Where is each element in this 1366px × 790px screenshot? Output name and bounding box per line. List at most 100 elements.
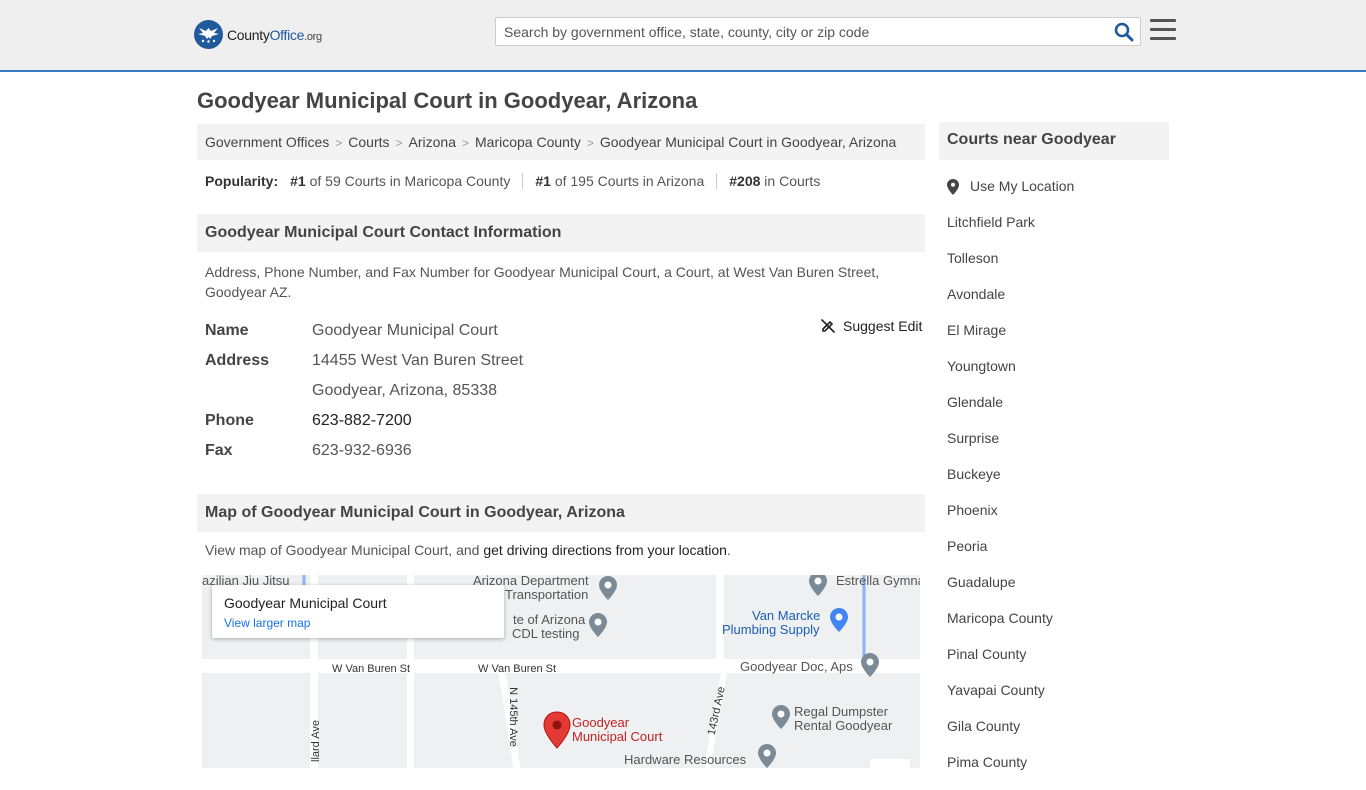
regal-dumpster-pin-icon[interactable] bbox=[771, 704, 791, 730]
list-item: Phoenix bbox=[947, 502, 1074, 538]
contact-heading: Goodyear Municipal Court Contact Informa… bbox=[197, 214, 925, 252]
list-item: Avondale bbox=[947, 286, 1074, 322]
breadcrumb-separator-icon: > bbox=[335, 136, 343, 150]
map-label-n145: N 145th Ave bbox=[506, 687, 519, 747]
nearby-court-link[interactable]: Youngtown bbox=[947, 358, 1016, 374]
breadcrumb-government-offices[interactable]: Government Offices bbox=[205, 134, 329, 150]
popularity-bar: Popularity: #1 of 59 Courts in Maricopa … bbox=[205, 173, 832, 189]
eagle-seal-icon bbox=[194, 20, 223, 49]
edit-off-icon bbox=[820, 318, 836, 334]
site-header: CountyOffice.org bbox=[0, 0, 1366, 72]
cdl-testing-pin-icon[interactable] bbox=[588, 612, 608, 638]
use-my-location-link[interactable]: Use My Location bbox=[970, 178, 1074, 194]
phone-link[interactable]: 623-882-7200 bbox=[312, 412, 412, 429]
fax-row: Fax 623-932-6936 bbox=[205, 442, 412, 459]
list-item: Buckeye bbox=[947, 466, 1074, 502]
map-label-hardware: Hardware Resources bbox=[624, 752, 747, 767]
map-label-state-az: te of Arizona bbox=[513, 612, 586, 627]
map-label-goodyear-doc: Goodyear Doc, Aps bbox=[740, 659, 853, 674]
nearby-court-link[interactable]: Glendale bbox=[947, 394, 1003, 410]
map-label-court: Goodyear bbox=[572, 715, 630, 730]
breadcrumb-separator-icon: > bbox=[586, 136, 594, 150]
list-item: Peoria bbox=[947, 538, 1074, 574]
goodyear-doc-pin-icon[interactable] bbox=[860, 652, 880, 678]
map-info-card: Goodyear Municipal Court View larger map bbox=[212, 585, 504, 638]
hardware-resources-pin-icon[interactable] bbox=[757, 743, 777, 768]
nearby-court-link[interactable]: Buckeye bbox=[947, 466, 1001, 482]
map-label-regal-2: Rental Goodyear bbox=[794, 718, 893, 733]
list-item: Tolleson bbox=[947, 250, 1074, 286]
address-line1: 14455 West Van Buren Street bbox=[312, 352, 524, 369]
breadcrumb-separator-icon: > bbox=[461, 136, 469, 150]
az-dept-pin-icon[interactable] bbox=[598, 575, 618, 601]
list-item: Maricopa County bbox=[947, 610, 1074, 646]
search-box bbox=[495, 17, 1141, 46]
map-description: View map of Goodyear Municipal Court, an… bbox=[205, 542, 731, 558]
contact-description: Address, Phone Number, and Fax Number fo… bbox=[205, 264, 880, 300]
driving-directions-link[interactable]: get driving directions from your locatio… bbox=[483, 542, 727, 558]
nearby-court-link[interactable]: Maricopa County bbox=[947, 610, 1053, 626]
court-location-pin-icon[interactable] bbox=[543, 711, 571, 749]
list-item: Gila County bbox=[947, 718, 1074, 754]
location-pin-icon bbox=[947, 179, 959, 195]
breadcrumb-arizona[interactable]: Arizona bbox=[409, 134, 456, 150]
list-item: Guadalupe bbox=[947, 574, 1074, 610]
suggest-edit-link[interactable]: Suggest Edit bbox=[820, 318, 922, 334]
nearby-court-link[interactable]: El Mirage bbox=[947, 322, 1006, 338]
embedded-map[interactable]: azilian Jiu Jitsu Arizona Department Tra… bbox=[202, 575, 920, 768]
name-row: Name Goodyear Municipal Court bbox=[205, 322, 498, 339]
breadcrumb-maricopa-county[interactable]: Maricopa County bbox=[475, 134, 581, 150]
page-title: Goodyear Municipal Court in Goodyear, Ar… bbox=[197, 88, 698, 113]
hamburger-menu-icon[interactable] bbox=[1150, 19, 1176, 41]
estrella-pin-icon[interactable] bbox=[808, 575, 828, 597]
map-label-van-marcke: Van Marcke bbox=[752, 608, 821, 623]
phone-row: Phone 623-882-7200 bbox=[205, 412, 412, 429]
nearby-court-link[interactable]: Litchfield Park bbox=[947, 214, 1035, 230]
popularity-label: Popularity: bbox=[205, 173, 279, 189]
list-item: Youngtown bbox=[947, 358, 1074, 394]
nearby-court-link[interactable]: Tolleson bbox=[947, 250, 998, 266]
list-item: Glendale bbox=[947, 394, 1074, 430]
list-item: Pinal County bbox=[947, 646, 1074, 682]
address-row-2: Goodyear, Arizona, 85338 bbox=[205, 376, 523, 406]
list-item: Surprise bbox=[947, 430, 1074, 466]
map-heading: Map of Goodyear Municipal Court in Goody… bbox=[197, 494, 925, 532]
popularity-national-rank: #208 in Courts bbox=[716, 173, 832, 189]
nearby-court-link[interactable]: Peoria bbox=[947, 538, 987, 554]
nearby-court-link[interactable]: Pinal County bbox=[947, 646, 1026, 662]
map-label-estrella: Estrella Gymna bbox=[836, 575, 920, 588]
sidebar-heading: Courts near Goodyear bbox=[939, 122, 1169, 160]
nearby-court-link[interactable]: Phoenix bbox=[947, 502, 998, 518]
fax-number: 623-932-6936 bbox=[312, 442, 412, 459]
map-label-van-buren-2: W Van Buren St bbox=[478, 663, 557, 675]
nearby-court-link[interactable]: Gila County bbox=[947, 718, 1020, 734]
map-label-az-dept-2: Transportation bbox=[505, 587, 589, 602]
popularity-state-rank: #1 of 195 Courts in Arizona bbox=[522, 173, 716, 189]
search-input[interactable] bbox=[496, 18, 1096, 45]
address-row: Address 14455 West Van Buren Street bbox=[205, 352, 524, 369]
list-item: Yavapai County bbox=[947, 682, 1074, 718]
view-larger-map-link[interactable]: View larger map bbox=[224, 616, 492, 630]
breadcrumb-current: Goodyear Municipal Court in Goodyear, Ar… bbox=[599, 134, 897, 150]
list-item: El Mirage bbox=[947, 322, 1074, 358]
map-label-regal: Regal Dumpster bbox=[794, 704, 888, 719]
map-label-cdl: CDL testing bbox=[512, 626, 580, 641]
popularity-county-rank: #1 of 59 Courts in Maricopa County bbox=[290, 173, 511, 189]
search-icon[interactable] bbox=[1114, 22, 1134, 42]
address-line2: Goodyear, Arizona, 85338 bbox=[312, 382, 498, 399]
nearby-court-link[interactable]: Avondale bbox=[947, 286, 1005, 302]
breadcrumb: Government Offices > Courts > Arizona > Marico… bbox=[197, 124, 925, 160]
nearby-court-link[interactable]: Surprise bbox=[947, 430, 999, 446]
use-location-row: Use My Location bbox=[947, 178, 1074, 214]
breadcrumb-separator-icon: > bbox=[395, 136, 403, 150]
nearby-court-link[interactable]: Yavapai County bbox=[947, 682, 1045, 698]
map-label-dillard: llard Ave bbox=[310, 720, 322, 762]
nearby-courts-list: Use My Location Litchfield Park Tolleson… bbox=[947, 178, 1074, 790]
van-marcke-pin-icon[interactable] bbox=[829, 607, 849, 633]
site-logo[interactable]: CountyOffice.org bbox=[194, 20, 322, 49]
map-label-court-2: Municipal Court bbox=[572, 729, 663, 744]
breadcrumb-courts[interactable]: Courts bbox=[348, 134, 389, 150]
nearby-court-link[interactable]: Guadalupe bbox=[947, 574, 1016, 590]
contact-details: Name Goodyear Municipal Court Address 1445… bbox=[205, 316, 523, 466]
list-item: Litchfield Park bbox=[947, 214, 1074, 250]
